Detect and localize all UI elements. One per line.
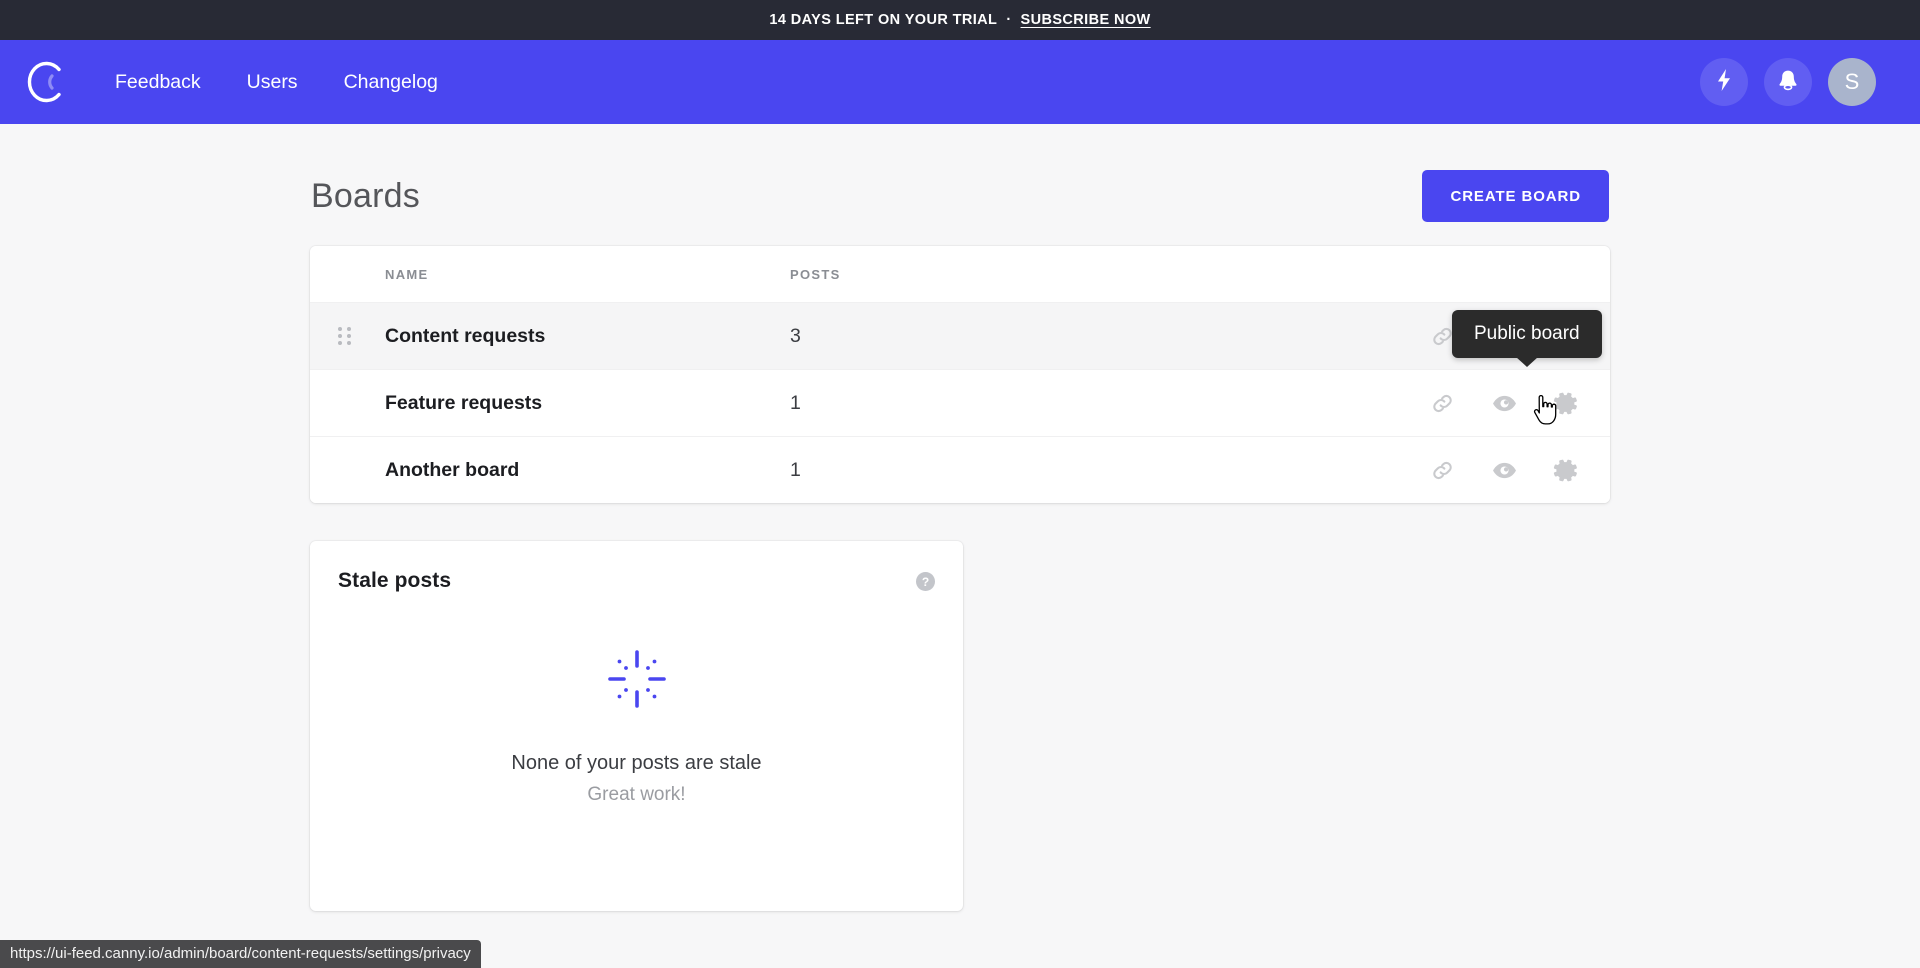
drag-handle-icon (337, 327, 351, 345)
browser-status-bar-url: https://ui-feed.canny.io/admin/board/con… (0, 940, 481, 968)
column-header-posts: POSTS (790, 266, 841, 282)
link-icon[interactable] (1426, 454, 1458, 486)
table-row[interactable]: Content requests 3 (310, 302, 1610, 369)
empty-state-secondary-text: Great work! (587, 783, 686, 805)
lightning-icon (1714, 68, 1734, 97)
board-name: Content requests (385, 324, 546, 347)
column-header-name: NAME (385, 266, 429, 282)
table-row[interactable]: Another board 1 (310, 436, 1610, 503)
notifications-button[interactable] (1764, 58, 1812, 106)
board-post-count: 3 (790, 324, 801, 347)
nav-item-changelog[interactable]: Changelog (321, 61, 461, 104)
board-name: Another board (385, 458, 520, 481)
table-row[interactable]: Feature requests 1 (310, 369, 1610, 436)
user-avatar[interactable]: S (1828, 58, 1876, 106)
avatar-initial: S (1844, 69, 1860, 94)
page-body: Boards CREATE BOARD NAME POSTS Content r… (0, 124, 1920, 911)
create-board-button[interactable]: CREATE BOARD (1422, 170, 1609, 222)
top-navigation-bar: Feedback Users Changelog S (0, 40, 1920, 124)
lightning-button[interactable] (1700, 58, 1748, 106)
canny-logo-button[interactable] (0, 60, 92, 104)
public-board-tooltip: Public board (1452, 310, 1602, 358)
trial-banner-text: 14 DAYS LEFT ON YOUR TRIAL (769, 12, 998, 28)
nav-item-users[interactable]: Users (224, 61, 321, 104)
stale-posts-empty-state: None of your posts are stale Great work! (338, 593, 935, 877)
nav-actions: S (1700, 58, 1896, 106)
empty-state-primary-text: None of your posts are stale (511, 751, 762, 774)
gear-icon[interactable] (1550, 454, 1582, 486)
content-container: Boards CREATE BOARD NAME POSTS Content r… (310, 124, 1610, 911)
stale-posts-card: Stale posts ? None of your posts are sta… (310, 541, 963, 911)
stale-posts-title: Stale posts (338, 569, 452, 592)
board-name: Feature requests (385, 391, 543, 414)
page-header: Boards CREATE BOARD (310, 170, 1610, 222)
boards-table: NAME POSTS Content requests 3 Feature re… (310, 246, 1610, 503)
eye-icon[interactable] (1488, 387, 1520, 419)
boards-table-header: NAME POSTS (310, 246, 1610, 302)
row-actions (1210, 387, 1588, 419)
subscribe-now-link[interactable]: SUBSCRIBE NOW (1021, 12, 1151, 28)
row-actions (1210, 454, 1588, 486)
page-title: Boards (311, 176, 420, 215)
drag-handle[interactable] (310, 327, 378, 345)
tooltip-text: Public board (1474, 323, 1580, 344)
sparkle-burst-icon (605, 647, 669, 716)
primary-nav-links: Feedback Users Changelog (92, 61, 461, 104)
board-post-count: 1 (790, 391, 801, 414)
link-icon[interactable] (1426, 387, 1458, 419)
nav-item-feedback[interactable]: Feedback (92, 61, 224, 104)
bell-icon (1776, 68, 1800, 97)
canny-logo-icon (26, 60, 66, 104)
board-post-count: 1 (790, 458, 801, 481)
eye-icon[interactable] (1488, 454, 1520, 486)
help-icon[interactable]: ? (916, 572, 935, 591)
trial-banner: 14 DAYS LEFT ON YOUR TRIAL · SUBSCRIBE N… (0, 0, 1920, 40)
trial-banner-separator: · (1006, 12, 1012, 28)
stale-posts-header: Stale posts ? (338, 569, 935, 593)
gear-icon[interactable] (1550, 387, 1582, 419)
